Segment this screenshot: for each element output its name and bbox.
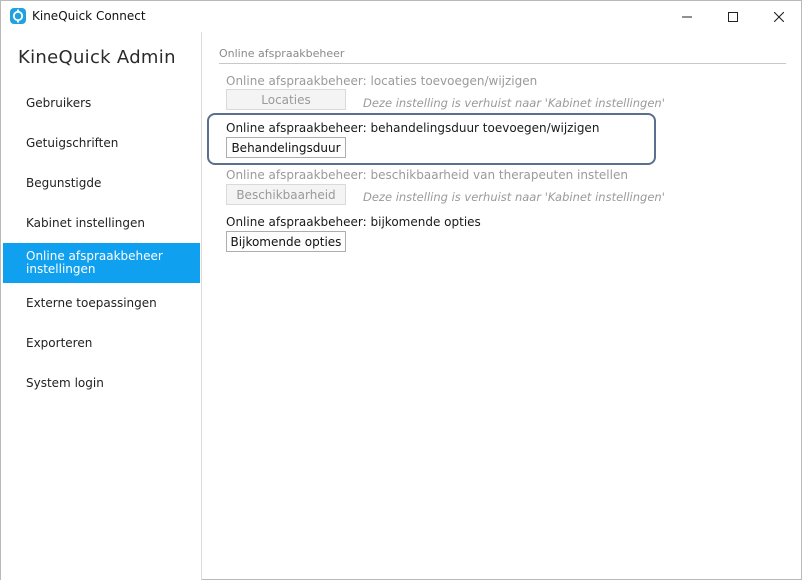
locaties-label: Online afspraakbeheer: locaties toevoege… — [226, 74, 538, 88]
bijkomende-opties-button[interactable]: Bijkomende opties — [226, 231, 346, 252]
maximize-button[interactable] — [710, 1, 756, 32]
locaties-button[interactable]: Locaties — [226, 89, 346, 110]
minimize-icon — [682, 16, 692, 17]
section-divider — [219, 63, 786, 64]
sidebar-item-gebruikers[interactable]: Gebruikers — [3, 83, 200, 123]
app-window: KineQuick Connect KineQuick Admin Gebrui… — [0, 0, 802, 580]
sidebar-item-externe-toepassingen[interactable]: Externe toepassingen — [3, 283, 200, 323]
window-title: KineQuick Connect — [32, 9, 146, 23]
close-button[interactable] — [756, 1, 802, 32]
section-title: Online afspraakbeheer — [219, 47, 345, 60]
behandelingsduur-button[interactable]: Behandelingsduur — [226, 137, 346, 158]
beschikbaarheid-moved-note: Deze instelling is verhuist naar 'Kabine… — [363, 190, 665, 204]
locaties-moved-note: Deze instelling is verhuist naar 'Kabine… — [363, 96, 665, 110]
sidebar-item-kabinet-instellingen[interactable]: Kabinet instellingen — [3, 203, 200, 243]
sidebar-item-online-afspraakbeheer[interactable]: Online afspraakbeheer instellingen — [3, 243, 200, 283]
title-bar[interactable]: KineQuick Connect — [1, 1, 801, 32]
sidebar-item-label: Gebruikers — [26, 95, 92, 110]
close-icon — [774, 11, 784, 22]
sidebar-item-system-login[interactable]: System login — [3, 363, 200, 403]
sidebar-item-getuigschriften[interactable]: Getuigschriften — [3, 123, 200, 163]
sidebar: KineQuick Admin Gebruikers Getuigschrift… — [1, 32, 202, 580]
beschikbaarheid-button[interactable]: Beschikbaarheid — [226, 184, 346, 205]
bijkomende-opties-label: Online afspraakbeheer: bijkomende opties — [226, 215, 481, 229]
sidebar-item-label: Getuigschriften — [26, 135, 119, 150]
sidebar-item-label: Kabinet instellingen — [26, 215, 145, 230]
minimize-button[interactable] — [664, 1, 710, 32]
beschikbaarheid-label: Online afspraakbeheer: beschikbaarheid v… — [226, 168, 628, 182]
sidebar-item-label: Externe toepassingen — [26, 295, 157, 310]
maximize-icon — [728, 11, 738, 22]
sidebar-item-label: System login — [26, 375, 104, 390]
sidebar-title: KineQuick Admin — [18, 47, 176, 68]
sidebar-item-begunstigde[interactable]: Begunstigde — [3, 163, 200, 203]
sidebar-item-label: Online afspraakbeheer instellingen — [26, 249, 163, 276]
sidebar-item-label: Begunstigde — [26, 175, 102, 190]
sidebar-item-exporteren[interactable]: Exporteren — [3, 323, 200, 363]
app-logo-icon — [10, 8, 26, 24]
behandelingsduur-label: Online afspraakbeheer: behandelingsduur … — [226, 121, 600, 135]
sidebar-item-label: Exporteren — [26, 335, 93, 350]
